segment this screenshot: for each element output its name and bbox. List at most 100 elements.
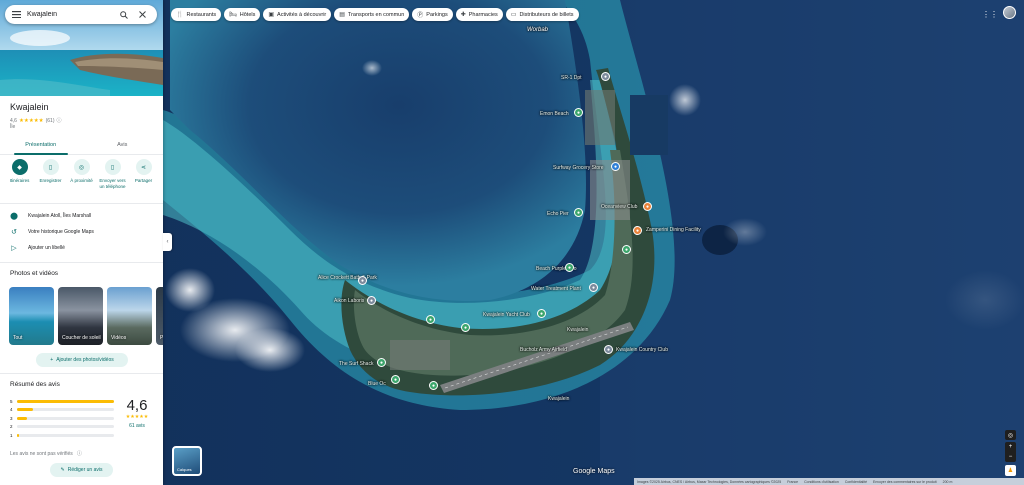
map-label-yacht-club[interactable]: Kwajalein Yacht Club xyxy=(483,312,530,318)
map-pin-yacht-club[interactable]: ● xyxy=(537,309,546,318)
map-label-oceanview[interactable]: Oceanview Club xyxy=(601,204,637,210)
directions-button[interactable]: ◆ Itinéraires xyxy=(4,159,35,189)
maps-app: Worbab SR-1 Dpt Emon Beach Surfway Groce… xyxy=(0,0,1024,485)
close-icon[interactable] xyxy=(133,5,151,24)
map-label-blue-oc[interactable]: Blue Oc xyxy=(368,381,386,387)
map-pin-sr1[interactable]: ● xyxy=(601,72,610,81)
add-photos-button[interactable]: + Ajouter des photos/vidéos xyxy=(36,353,128,367)
write-review-button[interactable]: ✎ Rédiger un avis xyxy=(50,463,113,477)
history-text: Votre historique Google Maps xyxy=(28,229,94,235)
search-input[interactable] xyxy=(27,11,115,18)
pegman-icon[interactable]: ♟ xyxy=(1005,465,1016,476)
map-label-aikon[interactable]: Aikon Laboris xyxy=(334,298,364,304)
chip-transit[interactable]: ▤ Transports en commun xyxy=(334,8,410,21)
rating-bar-track xyxy=(17,416,114,420)
tab-overview[interactable]: Présentation xyxy=(0,137,82,155)
rating-stars-icon: ★★★★★ xyxy=(125,414,149,420)
rating-bar-stars: 5 xyxy=(10,398,13,404)
send-to-phone-button[interactable]: ▯ Envoyer vers un téléphone xyxy=(97,159,128,189)
map-label-bucholz[interactable]: Bucholz Army Airfield xyxy=(520,347,567,353)
rating-summary: 4,6 ★★★★★ 61 avis xyxy=(122,397,152,429)
rating-bar-stars: 1 xyxy=(10,432,13,438)
photo-tile-more[interactable]: P xyxy=(156,287,163,345)
chip-hotels[interactable]: 🛏 Hôtels xyxy=(224,8,261,21)
footer-terms-link[interactable]: Conditions d'utilisation xyxy=(804,480,839,484)
rating-bar-track xyxy=(17,433,114,437)
map-pin-beach-purple[interactable]: ● xyxy=(565,263,574,272)
nearby-button[interactable]: ◎ À proximité xyxy=(66,159,97,189)
apps-grid-icon[interactable]: ⋮⋮ xyxy=(982,8,998,20)
avatar[interactable] xyxy=(1003,6,1016,19)
map-label-sr1[interactable]: SR-1 Dpt xyxy=(561,75,582,81)
info-icon[interactable]: ⓘ xyxy=(57,117,62,124)
chip-activities[interactable]: ▣ Activités à découvrir xyxy=(263,8,332,21)
photo-tile-videos[interactable]: Vidéos xyxy=(107,287,152,345)
map-label-surfway[interactable]: Surfway Grocery Store xyxy=(553,165,604,171)
rating-bar-row[interactable]: 1 xyxy=(10,431,114,440)
chip-atm[interactable]: ▭ Distributeurs de billets xyxy=(505,8,579,21)
place-type: Île xyxy=(10,124,16,130)
chip-restaurants[interactable]: 🍴 Restaurants xyxy=(171,8,222,21)
history-row[interactable]: ↺ Votre historique Google Maps xyxy=(0,225,163,239)
map-pin-oceanview[interactable]: ● xyxy=(643,202,652,211)
unverified-text: Les avis ne sont pas vérifiés xyxy=(10,450,73,457)
map-label-country-club[interactable]: Kwajalein Country Club xyxy=(616,347,668,353)
place-title: Kwajalein xyxy=(10,102,49,112)
map-label-echo-pier[interactable]: Echo Pier xyxy=(547,211,569,217)
map-label-water-treatment[interactable]: Water Treatment Plant xyxy=(531,286,581,292)
rating-bar-row[interactable]: 5 xyxy=(10,397,114,406)
share-button[interactable]: ⋖ Partager xyxy=(128,159,159,189)
map-pin-park-mid[interactable]: ● xyxy=(461,323,470,332)
my-location-icon[interactable]: ◎ xyxy=(1005,430,1016,440)
review-count-link[interactable]: 61 avis xyxy=(122,423,152,429)
zoom-out-button[interactable]: − xyxy=(1005,452,1016,462)
footer-scale[interactable]: 200 m xyxy=(943,480,953,484)
map-label-alice-crockett[interactable]: Alice Crockett Bath & Park xyxy=(318,275,377,281)
footer-country[interactable]: France xyxy=(787,480,798,484)
rating-bar-row[interactable]: 4 xyxy=(10,406,114,415)
footer-feedback-link[interactable]: Envoyer des commentaires sur le produit xyxy=(873,480,937,484)
map-pin-surf-shack[interactable]: ● xyxy=(377,358,386,367)
address-row[interactable]: ⬤ Kwajalein Atoll, Îles Marshall xyxy=(0,209,163,223)
phone-icon: ▯ xyxy=(104,159,121,175)
map-pin-country-club[interactable]: ● xyxy=(604,345,613,354)
action-label: Itinéraires xyxy=(9,178,30,183)
place-rating-row: 4,6 ★★★★★ (61) ⓘ xyxy=(10,117,62,125)
map-pin-echo-pier[interactable]: ● xyxy=(574,208,583,217)
unverified-notice: Les avis ne sont pas vérifiés ⓘ xyxy=(10,450,82,458)
footer-privacy-link[interactable]: Confidentialité xyxy=(845,480,867,484)
map-pin-aikon[interactable]: ● xyxy=(367,296,376,305)
chip-pharmacies[interactable]: ✚ Pharmacies xyxy=(455,8,503,21)
map-pin-emon-beach[interactable]: ● xyxy=(574,108,583,117)
photo-tile-all[interactable]: Tout xyxy=(9,287,54,345)
rating-bar-row[interactable]: 3 xyxy=(10,414,114,423)
collapse-panel-button[interactable]: ‹ xyxy=(163,233,172,251)
map-pin-alice-crockett[interactable]: ● xyxy=(358,276,367,285)
map-pin-blue-oc[interactable]: ● xyxy=(391,375,400,384)
info-icon[interactable]: ⓘ xyxy=(77,450,82,457)
rating-bar-row[interactable]: 2 xyxy=(10,423,114,432)
place-review-count[interactable]: (61) xyxy=(46,118,55,124)
map-label-kwajalein: Kwajalein xyxy=(567,327,589,333)
add-label-row[interactable]: ▷ Ajouter un libellé xyxy=(0,241,163,255)
save-button[interactable]: ▯ Enregistrer xyxy=(35,159,66,189)
plus-icon: + xyxy=(50,357,54,363)
search-icon[interactable] xyxy=(115,5,133,24)
map-label-emon-beach[interactable]: Emon Beach xyxy=(540,111,569,117)
rating-bar-track xyxy=(17,399,114,403)
map-pin-water-treatment[interactable]: ● xyxy=(589,283,598,292)
tab-reviews[interactable]: Avis xyxy=(82,137,164,154)
map-label-zamperini[interactable]: Zamperini Dining Facility xyxy=(646,227,701,233)
photo-tile-sunset[interactable]: Coucher de soleil xyxy=(58,287,103,345)
zoom-in-button[interactable]: + xyxy=(1005,442,1016,452)
map-pin-park-south[interactable]: ● xyxy=(429,381,438,390)
map-label-surf-shack[interactable]: The Surf Shack xyxy=(339,361,373,367)
map-pin-park-west[interactable]: ● xyxy=(426,315,435,324)
map-pin-park-east[interactable]: ● xyxy=(622,245,631,254)
chip-parking[interactable]: Ⓟ Parkings xyxy=(412,8,453,21)
map-pin-surfway[interactable]: ● xyxy=(611,162,620,171)
menu-icon[interactable] xyxy=(5,5,27,24)
chip-label: Activités à découvrir xyxy=(277,11,327,18)
map-pin-zamperini[interactable]: ● xyxy=(633,226,642,235)
layers-button[interactable]: Calques xyxy=(172,446,202,476)
